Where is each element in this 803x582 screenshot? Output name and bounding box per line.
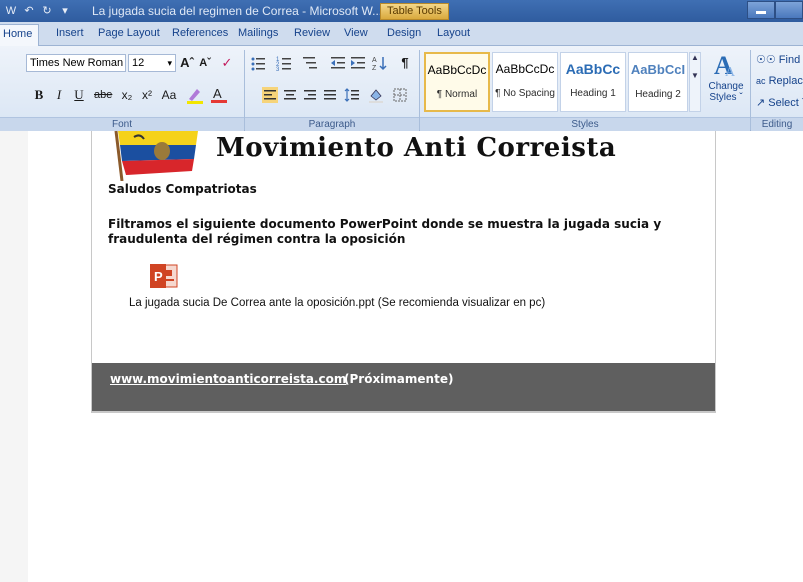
change-styles-label: Change Styles ˇ — [708, 81, 744, 103]
style-sample: AaBbCc — [565, 61, 621, 77]
align-left-icon[interactable] — [262, 87, 278, 103]
undo-icon[interactable]: ↶ — [22, 4, 36, 18]
align-center-icon[interactable] — [282, 87, 298, 103]
maximize-button[interactable] — [775, 1, 803, 19]
attachment-caption[interactable]: La jugada sucia De Correa ante la oposic… — [129, 297, 545, 309]
change-styles-button[interactable]: AA Change Styles ˇ — [704, 50, 748, 114]
paragraph-group-label: Paragraph — [245, 117, 419, 131]
multilevel-list-icon[interactable] — [302, 55, 318, 71]
tab-view[interactable]: View — [344, 27, 368, 39]
font-size-value: 12 — [132, 57, 145, 69]
document-margin — [0, 131, 28, 582]
style-name: Heading 2 — [635, 89, 681, 100]
quick-access-toolbar: W ↶ ↻ ▾ — [4, 3, 72, 19]
bold-button[interactable]: B — [30, 85, 48, 105]
svg-text:A: A — [372, 57, 377, 64]
style-heading-2[interactable]: AaBbCcI Heading 2 — [628, 52, 688, 112]
shading-icon[interactable] — [368, 87, 384, 103]
highlight-icon[interactable] — [186, 85, 204, 105]
svg-text:Z: Z — [372, 65, 377, 71]
document-page[interactable]: Movimiento Anti Correista Saludos Compat… — [91, 131, 716, 413]
chevron-down-icon: ▾ — [167, 58, 172, 68]
website-link[interactable]: www.movimientoanticorreista.com — [110, 372, 346, 386]
font-name-field[interactable]: Times New Roman — [26, 54, 126, 72]
style-name: ¶ Normal — [436, 89, 478, 100]
qat-dropdown-icon[interactable]: ▾ — [58, 4, 72, 18]
editing-group-label: Editing — [751, 117, 803, 131]
tab-home[interactable]: Home — [0, 24, 40, 46]
style-sample: AaBbCcI — [630, 62, 686, 77]
style-name: Heading 1 — [570, 88, 616, 99]
line-spacing-icon[interactable] — [344, 87, 360, 103]
window-title: La jugada sucia del regimen de Correa - … — [92, 4, 383, 18]
subscript-button[interactable]: x₂ — [118, 85, 136, 105]
justify-icon[interactable] — [322, 87, 338, 103]
word-icon[interactable]: W — [4, 4, 18, 18]
replace-button[interactable]: ac Replace — [756, 75, 803, 87]
replace-label: Replace — [768, 75, 803, 87]
title-bar: W ↶ ↻ ▾ La jugada sucia del regimen de C… — [0, 0, 803, 22]
svg-text:A: A — [725, 65, 736, 78]
svg-text:A: A — [213, 86, 222, 101]
cursor-icon: ↗ — [756, 97, 766, 109]
decrease-indent-icon[interactable] — [330, 55, 346, 71]
tab-layout[interactable]: Layout — [437, 27, 470, 39]
style-normal[interactable]: AaBbCcDc ¶ Normal — [424, 52, 490, 112]
borders-icon[interactable] — [392, 87, 408, 103]
tab-insert[interactable]: Insert — [56, 27, 84, 39]
greeting-text: Saludos Compatriotas — [108, 182, 257, 196]
tab-mailings[interactable]: Mailings — [238, 27, 278, 39]
underline-button[interactable]: U — [70, 85, 88, 105]
clear-formatting-icon[interactable]: ✓ — [218, 53, 236, 73]
document-footer: www.movimientoanticorreista.com (Próxima… — [92, 363, 715, 411]
style-heading-1[interactable]: AaBbCc Heading 1 — [560, 52, 626, 112]
ribbon-tabs: Home Insert Page Layout References Maili… — [0, 22, 803, 46]
font-size-field[interactable]: 12 ▾ — [128, 54, 176, 72]
tab-page-layout[interactable]: Page Layout — [98, 27, 160, 39]
tab-design[interactable]: Design — [387, 27, 421, 39]
minimize-button[interactable] — [747, 1, 775, 19]
numbering-icon[interactable]: 123 — [276, 55, 292, 71]
style-sample: AaBbCcDc — [495, 62, 555, 76]
change-case-button[interactable]: Aa — [160, 85, 178, 105]
show-formatting-button[interactable]: ¶ — [396, 53, 414, 73]
grow-font-button[interactable]: Aˆ — [178, 53, 196, 73]
ribbon: Times New Roman 12 ▾ Aˆ Aˇ ✓ B I U abe x… — [0, 46, 803, 131]
font-group-label: Font — [0, 117, 244, 131]
powerpoint-icon[interactable]: P — [149, 262, 179, 292]
tab-review[interactable]: Review — [294, 27, 330, 39]
align-right-icon[interactable] — [302, 87, 318, 103]
style-sample: AaBbCcDc — [427, 63, 487, 77]
body-text: Filtramos el siguiente documento PowerPo… — [108, 217, 662, 246]
styles-group-label: Styles — [420, 117, 750, 131]
select-button[interactable]: ↗ Select ˇ — [756, 96, 803, 109]
increase-indent-icon[interactable] — [350, 55, 366, 71]
tab-references[interactable]: References — [172, 27, 228, 39]
replace-icon: ac — [756, 76, 766, 86]
change-styles-icon: AA — [714, 51, 736, 80]
style-name: ¶ No Spacing — [495, 88, 555, 99]
table-tools-label: Table Tools — [380, 3, 449, 20]
select-label: Select ˇ — [768, 97, 803, 109]
document-heading: Movimiento Anti Correista — [216, 133, 617, 163]
find-button[interactable]: ☉☉ Find ˇ — [756, 53, 803, 66]
window-controls — [747, 0, 803, 20]
svg-text:3: 3 — [276, 67, 280, 71]
font-color-icon[interactable]: A — [210, 85, 228, 105]
style-no-spacing[interactable]: AaBbCcDc ¶ No Spacing — [492, 52, 558, 112]
find-label: Find ˇ — [778, 54, 803, 66]
svg-text:P: P — [154, 269, 163, 284]
redo-icon[interactable]: ↻ — [40, 4, 54, 18]
sort-icon[interactable]: AZ — [372, 55, 388, 71]
superscript-button[interactable]: x² — [138, 85, 156, 105]
strikethrough-button[interactable]: abe — [94, 85, 112, 105]
binoculars-icon: ☉☉ — [756, 54, 776, 66]
italic-button[interactable]: I — [50, 85, 68, 105]
shrink-font-button[interactable]: Aˇ — [196, 53, 214, 73]
bullets-icon[interactable] — [250, 55, 266, 71]
ecuador-flag-image — [114, 131, 198, 181]
styles-scroll[interactable]: ▲ ▼ — [689, 52, 701, 112]
footer-note: (Próximamente) — [344, 372, 454, 386]
